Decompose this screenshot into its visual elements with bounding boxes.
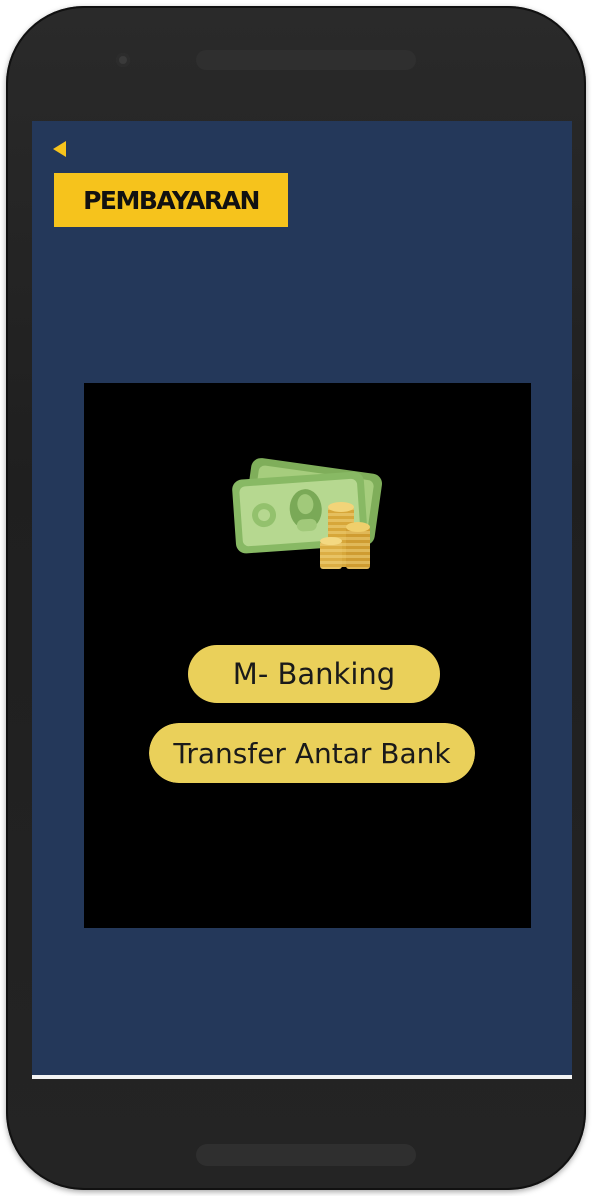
app-screen: PEMBAYARAN M- Banking Transfer Antar Ban…: [32, 121, 572, 1079]
payment-panel: M- Banking Transfer Antar Bank: [84, 383, 531, 928]
top-speaker: [196, 50, 416, 70]
back-arrow-icon[interactable]: [50, 139, 70, 159]
page-title: PEMBAYARAN: [83, 185, 260, 215]
money-coins-icon: [228, 453, 388, 571]
m-banking-button[interactable]: M- Banking: [188, 645, 440, 703]
page-title-badge: PEMBAYARAN: [54, 173, 288, 227]
transfer-antar-bank-button[interactable]: Transfer Antar Bank: [149, 723, 475, 783]
screen-bottom-divider: [32, 1075, 572, 1079]
front-camera: [116, 53, 130, 67]
bottom-speaker: [196, 1144, 416, 1166]
phone-frame: PEMBAYARAN M- Banking Transfer Antar Ban…: [6, 6, 586, 1190]
